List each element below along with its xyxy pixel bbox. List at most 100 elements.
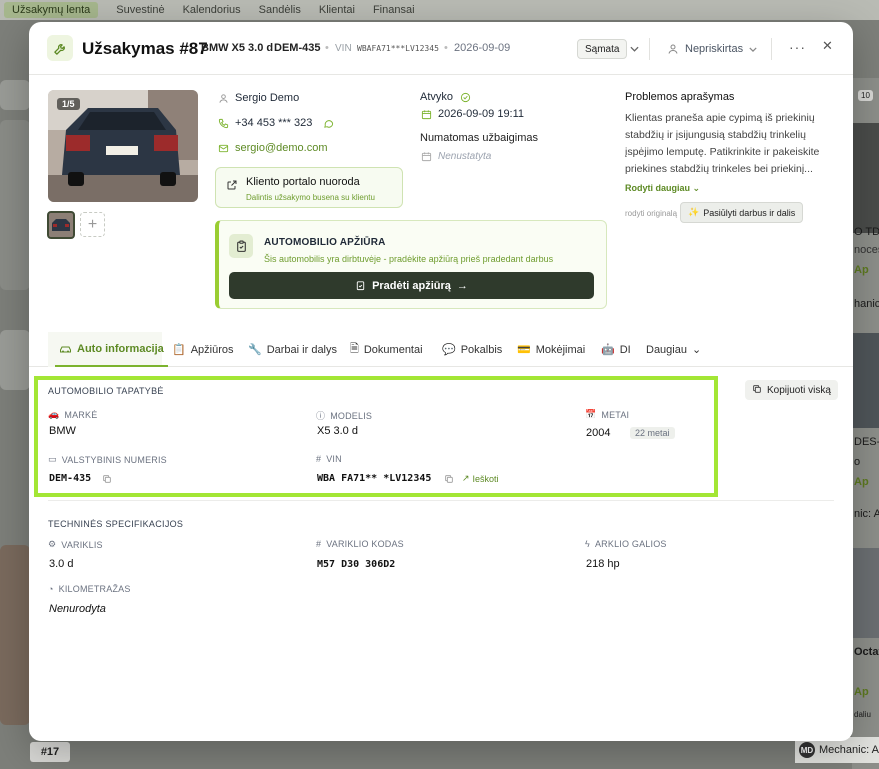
- year-label-row: 📅 METAI: [585, 409, 629, 420]
- header-date: 2026-09-09: [454, 42, 511, 54]
- tab-work-parts[interactable]: 🔧 Darbai ir dalys: [248, 332, 337, 367]
- bg-nav-warehouse[interactable]: Sandėlis: [259, 4, 301, 16]
- header-plate: DEM-435: [274, 42, 321, 54]
- bg-text: o: [854, 456, 861, 468]
- tab-ai[interactable]: 🤖 DI: [601, 332, 631, 367]
- photo-thumbnail[interactable]: [47, 211, 75, 239]
- bg-nav-finance[interactable]: Finansai: [373, 4, 415, 16]
- tab-payments[interactable]: 💳 Mokėjimai: [517, 332, 585, 367]
- chevron-down-icon[interactable]: [627, 40, 641, 58]
- order-modal: Užsakymas #87 BMW X5 3.0 d DEM-435 • VIN…: [29, 22, 853, 741]
- tab-inspections[interactable]: 📋 Apžiūros: [172, 332, 234, 367]
- bg-card: [0, 80, 30, 110]
- mileage-label-row: ◔ KILOMETRAŽAS: [48, 584, 131, 594]
- arrow-right-icon: →: [456, 279, 468, 292]
- bg-text: nic: Au: [854, 508, 879, 520]
- clipboard-icon: [229, 234, 253, 258]
- header-vin-label: VIN: [335, 43, 352, 54]
- year-value: 2004: [586, 427, 611, 439]
- vin-label: VIN: [326, 454, 342, 464]
- tab-label: Dokumentai: [363, 343, 423, 356]
- separator-dot: •: [444, 42, 448, 54]
- specs-title: TECHNINĖS SPECIFIKACIJOS: [48, 519, 184, 529]
- gauge-icon: ◔: [48, 584, 54, 594]
- arrived-value-row: 2026-09-09 19:11: [420, 108, 524, 120]
- copy-all-button[interactable]: Kopijuoti viską: [745, 380, 838, 400]
- external-link-icon: [226, 179, 238, 194]
- problem-line: stabdžių ir įsijungusią stabdžių trinkel…: [625, 129, 806, 141]
- show-more-label: Rodyti daugiau: [625, 183, 690, 193]
- plate-label-row: ▭ VALSTYBINIS NUMERIS: [48, 454, 167, 465]
- check-circle-icon: [459, 91, 471, 103]
- power-value: 218 hp: [586, 558, 620, 570]
- show-original-link[interactable]: rodyti originalą: [625, 209, 677, 218]
- suggest-work-button[interactable]: ✨ Pasiūlyti darbus ir dalis: [680, 202, 804, 223]
- due-value-row[interactable]: Nenustatyta: [420, 150, 491, 162]
- bg-text: Ap: [854, 686, 869, 698]
- portal-subtitle: Dalintis užsakymo busena su klientu: [246, 193, 375, 202]
- bg-nav-clients[interactable]: Klientai: [319, 4, 355, 16]
- separator-dot: •: [325, 42, 329, 54]
- bg-card: [0, 120, 30, 290]
- more-icon[interactable]: ···: [789, 39, 806, 55]
- copy-icon[interactable]: [444, 473, 454, 483]
- identity-title: AUTOMOBILIO TAPATYBĖ: [48, 386, 164, 396]
- make-label-row: 🚗 MARKĖ: [48, 409, 97, 420]
- problem-line: priekines stabdžių trinkeles bei priekin…: [625, 163, 813, 175]
- tab-more[interactable]: Daugiau ⌄: [646, 332, 701, 367]
- chevron-down-icon: ⌄: [692, 183, 701, 193]
- vin-search-label: Ieškoti: [472, 473, 499, 484]
- user-icon: [217, 92, 229, 104]
- credit-card-icon: 💳: [517, 344, 531, 356]
- divider: [649, 38, 650, 60]
- phone-icon: [217, 117, 229, 129]
- engine-code-label: VARIKLIO KODAS: [326, 539, 404, 549]
- assignee-select[interactable]: Nepriskirtas: [667, 39, 757, 59]
- tab-bar: Auto informacija 📋 Apžiūros 🔧 Darbai ir …: [29, 332, 853, 367]
- add-photo-button[interactable]: +: [80, 212, 105, 237]
- copy-icon[interactable]: [102, 473, 112, 483]
- bg-card: [0, 330, 30, 390]
- model-label: MODELIS: [330, 410, 373, 421]
- calendar-icon: [420, 108, 432, 120]
- close-icon[interactable]: ✕: [822, 38, 833, 54]
- bg-nav-summary[interactable]: Suvestinė: [116, 4, 164, 16]
- bg-nav-orders[interactable]: Užsakymų lenta: [4, 2, 99, 18]
- sparkles-icon: ✨: [688, 207, 700, 217]
- bg-text: Ap: [854, 264, 869, 276]
- tab-conversation[interactable]: 💬 Pokalbis: [442, 332, 502, 367]
- tab-auto-info[interactable]: Auto informacija: [55, 332, 168, 367]
- tab-label: Daugiau: [646, 343, 687, 356]
- customer-email[interactable]: sergio@demo.com: [235, 142, 327, 154]
- clipboard-icon: 📋: [172, 344, 186, 356]
- arrived-label-row: Atvyko: [420, 91, 471, 103]
- engine-value: 3.0 d: [49, 558, 74, 570]
- divider: [771, 38, 772, 60]
- start-inspection-button[interactable]: Pradėti apžiūrą →: [229, 272, 594, 299]
- bg-car-image: [852, 333, 879, 428]
- chat-icon[interactable]: [322, 117, 334, 129]
- bg-nav-calendar[interactable]: Kalendorius: [183, 4, 241, 16]
- tab-documents[interactable]: 🗎 Dokumentai: [350, 332, 423, 367]
- external-link-icon: ↗: [462, 473, 470, 483]
- inspection-card: AUTOMOBILIO APŽIŪRA Šis automobilis yra …: [215, 220, 607, 309]
- arrived-value: 2026-09-09 19:11: [438, 108, 525, 120]
- tab-label: Mokėjimai: [535, 343, 586, 356]
- client-portal-link[interactable]: Kliento portalo nuoroda Dalintis užsakym…: [215, 167, 403, 208]
- customer-phone[interactable]: +34 453 *** 323: [235, 117, 312, 129]
- bg-order-tag: #17: [30, 742, 70, 762]
- quote-button[interactable]: Sąmata: [577, 39, 628, 59]
- arrived-label: Atvyko: [420, 91, 454, 103]
- bg-text: O TDI: [854, 226, 879, 238]
- gear-icon: ⚙: [48, 539, 57, 549]
- power-label-row: ϟ ARKLIO GALIOS: [585, 539, 667, 549]
- calendar-icon: 📅: [585, 409, 597, 419]
- calendar-icon: [420, 150, 432, 162]
- show-more-link[interactable]: Rodyti daugiau ⌄: [625, 183, 700, 194]
- wrench-icon: 🔧: [248, 344, 262, 356]
- engine-label-row: ⚙ VARIKLIS: [48, 539, 103, 550]
- vin-search-link[interactable]: ↗ Ieškoti: [462, 473, 499, 484]
- vin-label-row: # VIN: [316, 454, 342, 464]
- tab-label: Apžiūros: [190, 343, 234, 356]
- plate-value: DEM-435: [49, 473, 92, 484]
